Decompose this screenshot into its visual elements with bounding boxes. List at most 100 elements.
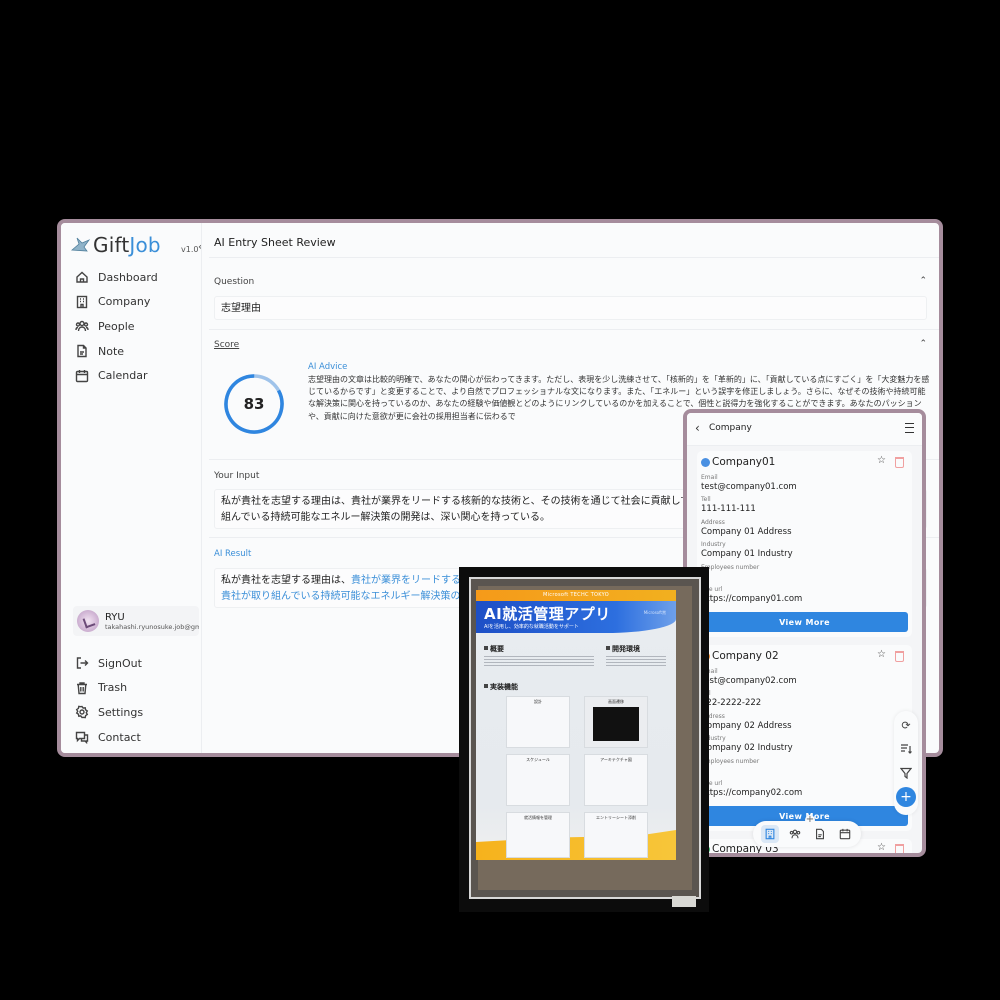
star-icon[interactable]: ☆ — [877, 455, 886, 466]
company-email: test@company01.com — [701, 482, 797, 492]
name-plaque — [672, 896, 696, 907]
poster-subtitle: AIを活用し、効率的な就職活動をサポート — [484, 624, 579, 630]
sidebar-item-label: Calendar — [98, 369, 148, 383]
sidebar-item-label: Trash — [98, 681, 128, 695]
poster-panel: 就活情報を管理 — [506, 812, 570, 858]
hamburger-menu-icon[interactable] — [905, 423, 914, 433]
field-label: Email — [701, 474, 718, 481]
bottom-nav-calendar[interactable] — [836, 825, 854, 843]
sidebar-item-signout[interactable]: SignOut — [75, 651, 143, 676]
sidebar-item-label: Company — [98, 295, 151, 309]
sidebar: GiftJob v1.0 ‹ Dashboard Company People … — [61, 223, 202, 753]
poster-award: Microsoft賞 — [643, 610, 666, 615]
poster-title: AI就活管理アプリ — [484, 605, 611, 623]
section-divider — [209, 329, 939, 330]
result-text: 私が貴社を志望する理由は、 — [221, 575, 351, 586]
sidebar-item-calendar[interactable]: Calendar — [75, 363, 158, 388]
poster-panel: エントリーシート添削 — [584, 812, 648, 858]
sidebar-divider — [201, 223, 202, 753]
company-industry: Company 01 Industry — [701, 549, 793, 559]
sidebar-item-label: Note — [98, 344, 125, 358]
sidebar-item-label: Contact — [98, 730, 141, 744]
sidebar-item-dashboard[interactable]: Dashboard — [75, 265, 158, 290]
star-icon[interactable]: ☆ — [877, 842, 886, 853]
field-label: Tell — [701, 496, 711, 503]
people-icon — [75, 321, 89, 332]
company-card[interactable]: Company 02 ☆ Email test@company02.com Te… — [697, 645, 912, 831]
sidebar-item-people[interactable]: People — [75, 314, 158, 339]
sidebar-bottom-nav: SignOut Trash Settings Contact — [75, 651, 143, 749]
company-industry: Company 02 Industry — [701, 743, 793, 753]
sidebar-item-company[interactable]: Company — [75, 290, 158, 315]
mobile-page-title: Company — [709, 423, 752, 433]
floating-action-stack: ⟳ + — [894, 711, 918, 815]
chevron-up-icon[interactable]: ⌃ — [919, 339, 927, 349]
plus-icon[interactable]: + — [805, 815, 815, 825]
company-name: Company01 — [712, 456, 776, 468]
poster-heading: 概要 — [484, 644, 504, 654]
poster-photo: Microsoft TECHC TOKYO AI就活管理アプリ AIを活用し、効… — [459, 567, 709, 912]
gear-icon — [75, 706, 89, 719]
mobile-app-window: ‹ Company Company01 ☆ Email test@company… — [683, 409, 926, 857]
trash-icon[interactable] — [895, 651, 904, 662]
sidebar-item-label: SignOut — [98, 656, 142, 670]
ai-advice-title: AI Advice — [308, 362, 348, 372]
score-label: Score — [214, 340, 240, 350]
app-logo[interactable]: GiftJob — [71, 233, 161, 257]
score-value: 83 — [243, 395, 265, 413]
company-email: test@company02.com — [701, 676, 797, 686]
trash-icon[interactable] — [895, 457, 904, 468]
poster-heading: 開発環境 — [606, 644, 640, 654]
field-label: Employees number — [701, 564, 760, 571]
bottom-nav-company[interactable] — [760, 825, 779, 843]
sidebar-item-contact[interactable]: Contact — [75, 725, 143, 750]
poster-panel: スケジュール — [506, 754, 570, 806]
company-color-dot — [701, 458, 710, 467]
home-icon — [76, 271, 88, 283]
your-input-label: Your Input — [214, 471, 260, 481]
poster: Microsoft TECHC TOKYO AI就活管理アプリ AIを活用し、効… — [476, 590, 676, 860]
header-divider — [209, 257, 939, 258]
user-name: RYU — [105, 611, 125, 623]
poster-panel: 設計 — [506, 696, 570, 748]
user-profile-card[interactable]: RYU takahashi.ryunosuke.job@gmail.com — [73, 606, 199, 636]
version-label: v1.0 — [181, 245, 199, 254]
building-icon — [765, 828, 774, 840]
question-field[interactable]: 志望理由 — [214, 296, 927, 320]
sidebar-item-note[interactable]: Note — [75, 339, 158, 364]
sidebar-item-label: Settings — [98, 705, 144, 719]
sidebar-item-trash[interactable]: Trash — [75, 676, 143, 701]
avatar — [77, 610, 99, 632]
company-name: Company 02 — [712, 650, 779, 662]
star-icon[interactable]: ☆ — [877, 649, 886, 660]
calendar-icon — [839, 828, 850, 840]
view-more-button[interactable]: View More — [701, 612, 908, 632]
filter-icon[interactable] — [898, 765, 914, 781]
mobile-header: ‹ Company — [687, 413, 922, 446]
add-icon[interactable]: + — [896, 787, 916, 807]
people-icon — [789, 829, 800, 839]
company-site[interactable]: https://company01.com — [701, 594, 802, 604]
company-tel: 222-2222-222 — [701, 698, 762, 708]
sidebar-nav: Dashboard Company People Note Calendar — [75, 265, 158, 388]
company-card[interactable]: Company01 ☆ Email test@company01.com Tel… — [697, 451, 912, 637]
refresh-icon[interactable]: ⟳ — [898, 717, 914, 733]
sidebar-item-settings[interactable]: Settings — [75, 700, 143, 725]
trash-icon[interactable] — [895, 844, 904, 853]
bottom-nav-people[interactable] — [786, 825, 804, 843]
question-label: Question — [214, 277, 255, 287]
trash-icon — [77, 682, 87, 695]
calendar-icon — [75, 369, 89, 382]
sort-icon[interactable] — [898, 741, 914, 757]
ai-result-label: AI Result — [214, 549, 252, 559]
chevron-up-icon[interactable]: ⌃ — [919, 276, 927, 286]
company-site[interactable]: https://company02.com — [701, 788, 802, 798]
company-address: Company 02 Address — [701, 721, 792, 731]
field-label: Employees number — [701, 758, 760, 765]
company-tel: 111-111-111 — [701, 504, 756, 514]
poster-panel: 画面遷移 — [584, 696, 648, 748]
back-chevron-icon[interactable]: ‹ — [695, 421, 700, 435]
bottom-nav-note[interactable] — [811, 825, 829, 843]
field-label: Address — [701, 519, 725, 526]
page-title: AI Entry Sheet Review — [214, 236, 336, 249]
